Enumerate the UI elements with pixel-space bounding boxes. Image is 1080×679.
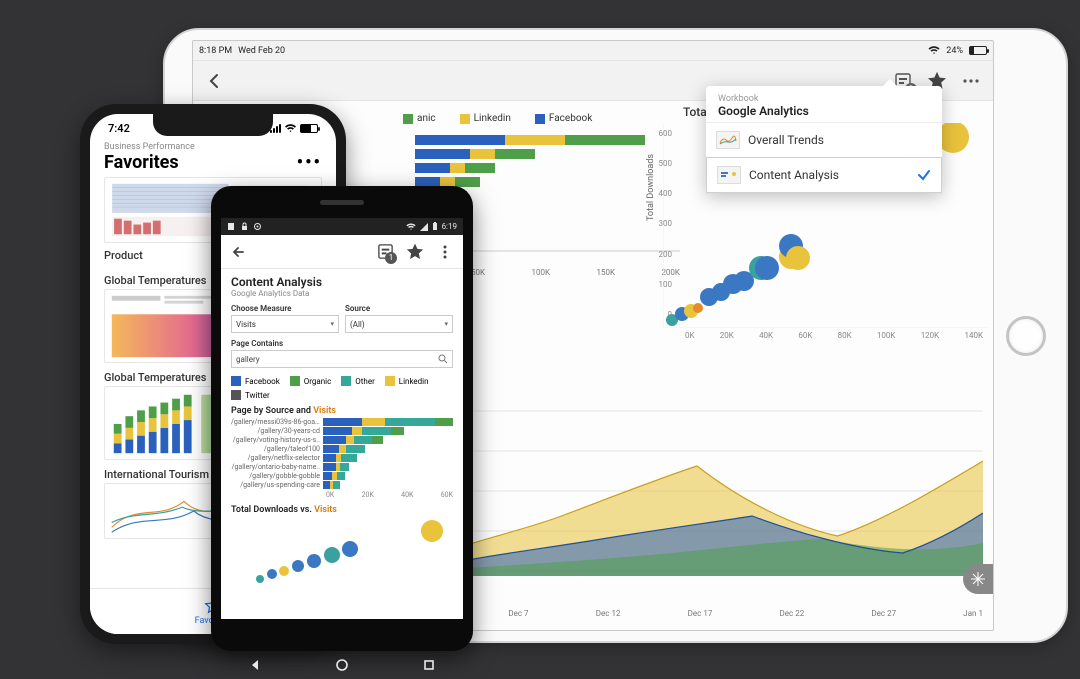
page-contains-value: gallery	[236, 355, 260, 364]
hbar-row-label: /gallery/gobble-gobble	[231, 472, 323, 480]
hbar-row: /gallery/netflix-selector	[231, 454, 453, 462]
iphone-notch	[153, 114, 273, 136]
hbar-row: /gallery/ontario-baby-name..	[231, 463, 453, 471]
hbar-row: /gallery/voting-history-us-s..	[231, 436, 453, 444]
android-screen: 6:19 1 Content Analysis Google Analytics…	[221, 218, 463, 619]
battery-icon	[300, 124, 318, 133]
svg-text:Downloads: Downloads	[231, 535, 233, 565]
status-time: 7:42	[108, 122, 130, 135]
area-xticks: Dec 2Dec 7Dec 12Dec 17Dec 22Dec 27Jan 1	[421, 609, 983, 618]
measure-value: Visits	[236, 320, 256, 329]
iphone-title: Favorites	[104, 152, 179, 173]
workbook-popover: Workbook Google Analytics Overall Trends…	[706, 86, 942, 193]
iphone-subtitle: Business Performance	[104, 142, 322, 152]
hbar-row: /gallery/taleof100	[231, 445, 453, 453]
sheet-thumb-icon	[716, 131, 740, 149]
measure-label: Choose Measure	[231, 304, 339, 313]
source-label: Source	[345, 304, 453, 313]
popover-title: Google Analytics	[718, 104, 930, 118]
hbar-row: /gallery/us-spending-care	[231, 481, 453, 489]
sdcard-icon	[227, 222, 236, 231]
popover-item-overall-trends[interactable]: Overall Trends	[706, 122, 942, 157]
nav-home-icon[interactable]	[335, 658, 349, 672]
scatter-section-title: Total Downloads vs. Visits	[231, 505, 453, 515]
page-contains-input[interactable]: gallery	[231, 350, 453, 368]
search-icon	[438, 354, 448, 364]
nav-recents-icon[interactable]	[422, 658, 436, 672]
android-hbar-chart: /gallery/messi039s-86-goals/gallery/30-y…	[231, 418, 453, 489]
source-select[interactable]: (All)▾	[345, 315, 453, 333]
android-content: Content Analysis Google Analytics Data C…	[221, 269, 463, 619]
hbar-row-label: /gallery/netflix-selector	[231, 454, 323, 462]
status-date: Wed Feb 20	[238, 46, 285, 56]
hbar-row-label: /gallery/us-spending-care	[231, 481, 323, 489]
hbar-row: /gallery/messi039s-86-goals	[231, 418, 453, 426]
hbar-row-label: /gallery/30-years-cd	[231, 427, 323, 435]
sheet-thumb-icon	[717, 166, 741, 184]
ipad-legend: anic Linkedin Facebook	[403, 113, 592, 124]
hbar-row-label: /gallery/taleof100	[231, 445, 323, 453]
popover-item-content-analysis[interactable]: Content Analysis	[706, 157, 942, 193]
back-icon[interactable]	[203, 69, 227, 93]
ipad-home-button[interactable]	[1006, 316, 1046, 356]
star-icon[interactable]	[405, 242, 425, 262]
wifi-icon	[406, 223, 416, 231]
expand-controls-button[interactable]	[963, 564, 993, 594]
battery-icon	[969, 46, 987, 55]
xtick: 50K	[471, 268, 485, 277]
back-icon[interactable]	[229, 242, 249, 262]
wifi-icon	[928, 46, 940, 55]
popover-subtitle: Workbook	[718, 94, 930, 104]
popover-item-label: Content Analysis	[749, 168, 909, 182]
status-time: 8:18 PM	[199, 46, 232, 56]
ipad-status-bar: 8:18 PM Wed Feb 20 24%	[193, 41, 993, 61]
more-icon[interactable]	[435, 242, 455, 262]
content-subtitle: Google Analytics Data	[231, 289, 453, 298]
hbar-row: /gallery/30-years-cd	[231, 427, 453, 435]
android-scatter-chart: Downloads	[231, 519, 453, 591]
legend-label: anic	[417, 113, 436, 124]
android-status-bar: 6:19	[221, 218, 463, 235]
hbar-row-label: /gallery/ontario-baby-name..	[231, 463, 323, 471]
scatter-xticks: 0K20K40K60K80K100K120K140K	[685, 331, 983, 340]
hbar-row-label: /gallery/voting-history-us-s..	[231, 436, 323, 444]
hbar-row-label: /gallery/messi039s-86-goals	[231, 418, 323, 426]
ipad-area-chart	[421, 371, 983, 596]
battery-icon	[432, 222, 438, 231]
wifi-icon	[284, 124, 297, 133]
android-legend: Facebook Organic Other Linkedin Twitter	[231, 376, 453, 400]
measure-select[interactable]: Visits▾	[231, 315, 339, 333]
android-speaker	[320, 200, 364, 205]
nav-back-icon[interactable]	[248, 658, 262, 672]
source-value: (All)	[350, 320, 365, 329]
page-contains-label: Page Contains	[231, 339, 453, 348]
more-icon[interactable]	[959, 69, 983, 93]
content-title: Content Analysis	[231, 275, 453, 289]
hbar-row: /gallery/gobble-gobble	[231, 472, 453, 480]
lock-icon	[240, 222, 249, 231]
check-icon	[917, 168, 931, 182]
xtick: 150K	[596, 268, 615, 277]
hbar-xaxis: 0K20K40K60K	[326, 491, 453, 499]
settings-icon	[253, 222, 262, 231]
legend-label: Linkedin	[474, 113, 511, 124]
hbar-section-title: Page by Source and Visits	[231, 406, 453, 416]
popover-item-label: Overall Trends	[748, 133, 932, 147]
xtick: 100K	[531, 268, 550, 277]
status-time: 6:19	[442, 222, 457, 231]
filter-icon[interactable]: 1	[375, 242, 395, 262]
status-battery-text: 24%	[946, 46, 963, 56]
cell-signal-icon	[420, 223, 428, 231]
iphone-header: Business Performance Favorites •••	[90, 142, 336, 177]
legend-label: Facebook	[549, 113, 592, 124]
android-toolbar: 1	[221, 235, 463, 269]
more-icon[interactable]: •••	[297, 152, 322, 173]
android-device: 6:19 1 Content Analysis Google Analytics…	[211, 186, 473, 651]
